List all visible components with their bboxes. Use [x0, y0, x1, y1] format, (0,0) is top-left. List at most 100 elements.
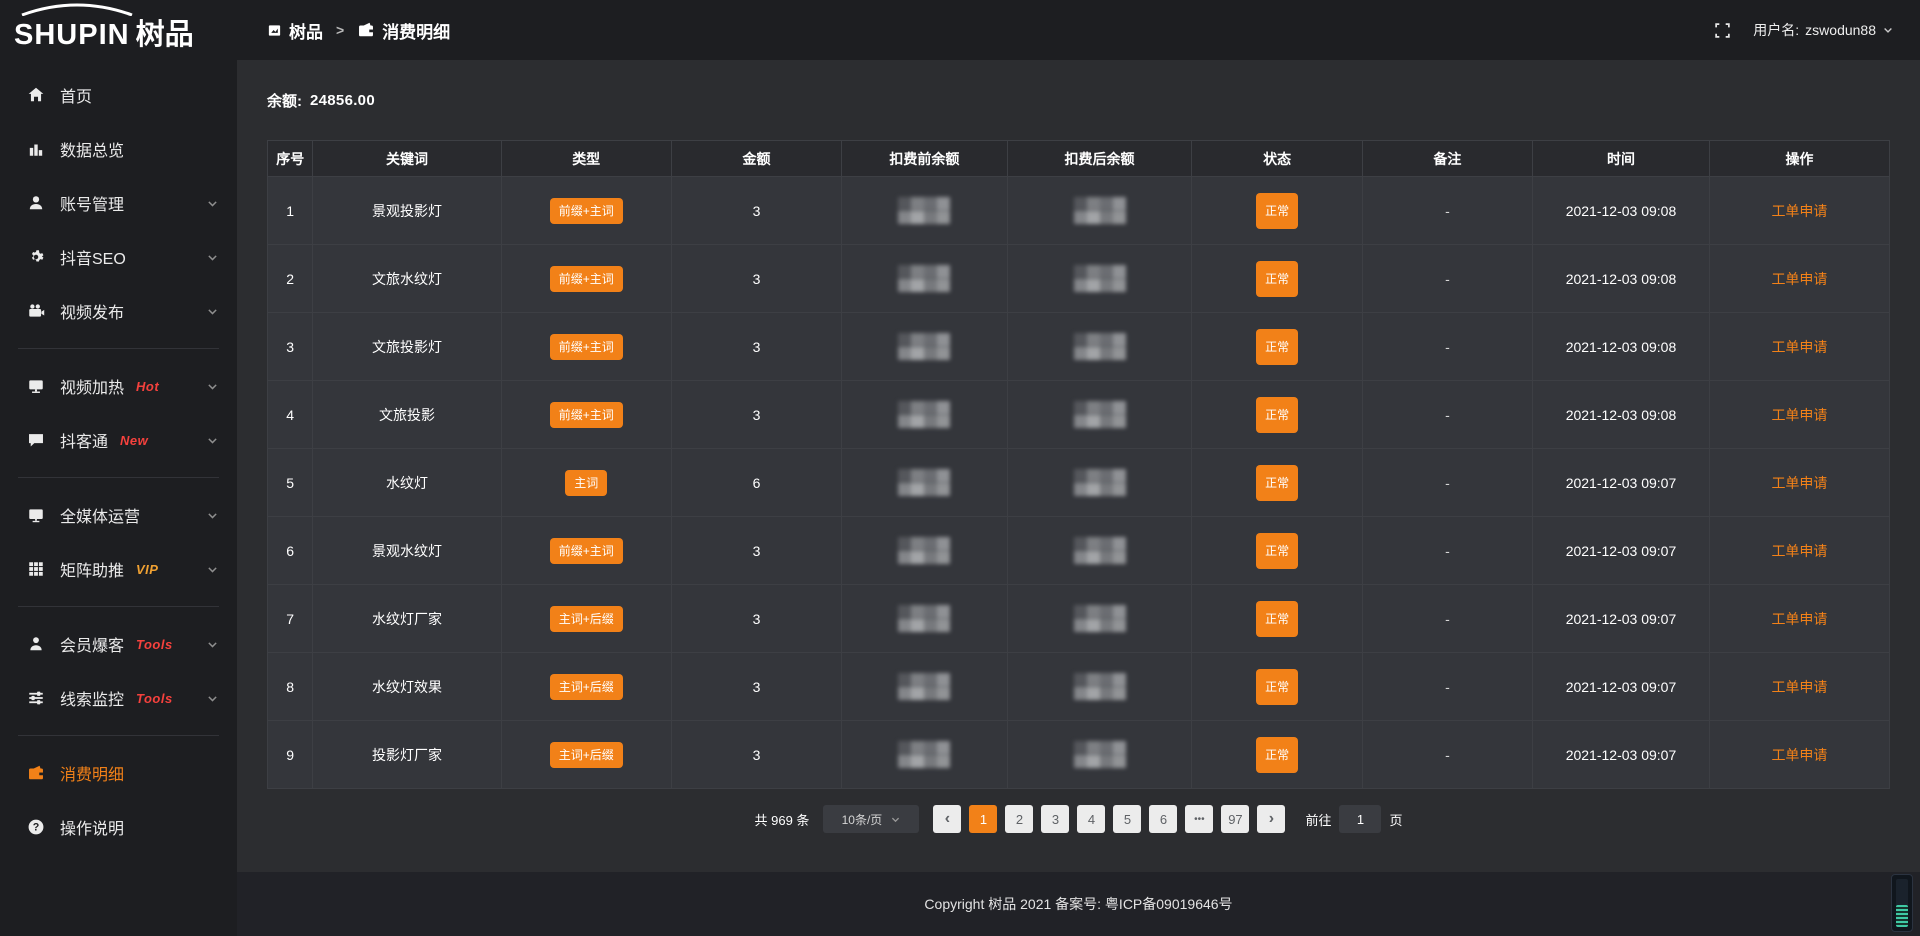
- sidebar-item-矩阵助推[interactable]: 矩阵助推VIP: [0, 542, 237, 596]
- page-button-1[interactable]: 1: [969, 805, 997, 833]
- cell-amount: 3: [671, 517, 841, 585]
- sidebar-item-数据总览[interactable]: 数据总览: [0, 122, 237, 176]
- sidebar-item-badge: New: [120, 433, 148, 448]
- brand-logo-latin: SHUPIN: [14, 21, 130, 50]
- cell-time: 2021-12-03 09:07: [1533, 653, 1710, 721]
- page-size-select[interactable]: 10条/页: [823, 805, 919, 833]
- pagination: 共 969 条 10条/页 ‹ 123456•••97 › 前往 1 页: [237, 805, 1920, 833]
- cell-amount: 3: [671, 585, 841, 653]
- user-label: 用户名:: [1753, 20, 1799, 40]
- sidebar-item-抖客通[interactable]: 抖客通New: [0, 413, 237, 467]
- sidebar-item-账号管理[interactable]: 账号管理: [0, 176, 237, 230]
- cell-amount: 3: [671, 177, 841, 245]
- table-row: 2文旅水纹灯前缀+主词3正常-2021-12-03 09:08工单申请: [268, 245, 1890, 313]
- cell-time: 2021-12-03 09:08: [1533, 381, 1710, 449]
- user-icon: [26, 194, 45, 212]
- cell-balance-after: [1007, 721, 1192, 789]
- sidebar-item-首页[interactable]: 首页: [0, 68, 237, 122]
- brand-logo-cjk: 树品: [136, 21, 194, 50]
- ticket-request-link[interactable]: 工单申请: [1771, 407, 1827, 423]
- cell-keyword: 景观水纹灯: [313, 517, 501, 585]
- page-button-2[interactable]: 2: [1005, 805, 1033, 833]
- monitor-icon: [26, 506, 45, 524]
- cell-time: 2021-12-03 09:08: [1533, 313, 1710, 381]
- sidebar-divider: [18, 606, 219, 607]
- masked-balance-after: [1074, 333, 1126, 360]
- page-button-6[interactable]: 6: [1149, 805, 1177, 833]
- page-button-4[interactable]: 4: [1077, 805, 1105, 833]
- cell-action: 工单申请: [1709, 585, 1889, 653]
- masked-balance-after: [1074, 401, 1126, 428]
- logo-arc-icon: [18, 3, 136, 16]
- cell-index: 5: [268, 449, 313, 517]
- cell-action: 工单申请: [1709, 449, 1889, 517]
- page-button-5[interactable]: 5: [1113, 805, 1141, 833]
- spacer: [237, 833, 1920, 872]
- cell-index: 7: [268, 585, 313, 653]
- prev-page-button[interactable]: ‹: [933, 805, 961, 833]
- sidebar-item-线索监控[interactable]: 线索监控Tools: [0, 671, 237, 725]
- sidebar-item-操作说明[interactable]: ?操作说明: [0, 800, 237, 854]
- breadcrumb-label: 树品: [289, 18, 323, 43]
- ticket-request-link[interactable]: 工单申请: [1771, 747, 1827, 763]
- cell-type: 前缀+主词: [501, 381, 671, 449]
- page-button-3[interactable]: 3: [1041, 805, 1069, 833]
- ticket-request-link[interactable]: 工单申请: [1771, 339, 1827, 355]
- masked-balance-after: [1074, 265, 1126, 292]
- topbar: 树品>消费明细 用户名: zswodun88: [237, 0, 1920, 60]
- sidebar-item-label: 数据总览: [60, 137, 124, 161]
- ticket-request-link[interactable]: 工单申请: [1771, 679, 1827, 695]
- ticket-request-link[interactable]: 工单申请: [1771, 543, 1827, 559]
- remark-text: -: [1445, 543, 1450, 559]
- cell-balance-after: [1007, 449, 1192, 517]
- footer: Copyright 树品 2021 备案号: 粤ICP备09019646号: [237, 872, 1920, 936]
- remark-text: -: [1445, 203, 1450, 219]
- ticket-request-link[interactable]: 工单申请: [1771, 475, 1827, 491]
- cell-balance-after: [1007, 585, 1192, 653]
- type-badge: 主词+后缀: [550, 674, 623, 700]
- cell-amount: 3: [671, 313, 841, 381]
- display-icon: [26, 377, 45, 395]
- chevron-down-icon: [206, 563, 219, 576]
- masked-balance-after: [1074, 537, 1126, 564]
- goto-page-input[interactable]: 1: [1339, 805, 1381, 833]
- sidebar-item-视频发布[interactable]: 视频发布: [0, 284, 237, 338]
- sidebar-item-label: 抖音SEO: [60, 245, 126, 269]
- page-buttons: 123456 ••• 97: [969, 805, 1249, 833]
- sidebar-item-视频加热[interactable]: 视频加热Hot: [0, 359, 237, 413]
- sidebar-item-消费明细[interactable]: 消费明细: [0, 746, 237, 800]
- cell-balance-before: [842, 245, 1007, 313]
- cell-keyword: 景观投影灯: [313, 177, 501, 245]
- type-badge: 前缀+主词: [550, 538, 623, 564]
- type-badge: 主词+后缀: [550, 606, 623, 632]
- type-badge: 前缀+主词: [550, 402, 623, 428]
- breadcrumb-item-树品[interactable]: 树品: [267, 18, 323, 43]
- sidebar-item-会员爆客[interactable]: 会员爆客Tools: [0, 617, 237, 671]
- ticket-request-link[interactable]: 工单申请: [1771, 203, 1827, 219]
- sidebar-item-label: 视频发布: [60, 299, 124, 323]
- masked-balance-before: [898, 469, 950, 496]
- cell-balance-before: [842, 721, 1007, 789]
- cell-action: 工单申请: [1709, 653, 1889, 721]
- cell-status: 正常: [1192, 177, 1362, 245]
- ticket-request-link[interactable]: 工单申请: [1771, 271, 1827, 287]
- masked-balance-before: [898, 333, 950, 360]
- fullscreen-icon[interactable]: [1714, 22, 1731, 39]
- breadcrumb-item-消费明细[interactable]: 消费明细: [357, 18, 450, 43]
- breadcrumb-label: 消费明细: [382, 18, 450, 43]
- member-icon: [26, 635, 45, 653]
- page-ellipsis-button[interactable]: •••: [1185, 805, 1213, 833]
- cell-type: 前缀+主词: [501, 245, 671, 313]
- page-button-97[interactable]: 97: [1221, 805, 1249, 833]
- next-page-button[interactable]: ›: [1257, 805, 1285, 833]
- cell-action: 工单申请: [1709, 313, 1889, 381]
- user-area: 用户名: zswodun88: [1714, 20, 1894, 40]
- cell-status: 正常: [1192, 517, 1362, 585]
- sidebar-item-全媒体运营[interactable]: 全媒体运营: [0, 488, 237, 542]
- cell-index: 8: [268, 653, 313, 721]
- sidebar-item-抖音SEO[interactable]: 抖音SEO: [0, 230, 237, 284]
- sidebar-item-badge: Tools: [136, 637, 173, 652]
- chevron-down-icon: [1882, 24, 1894, 36]
- user-menu[interactable]: 用户名: zswodun88: [1753, 20, 1894, 40]
- ticket-request-link[interactable]: 工单申请: [1771, 611, 1827, 627]
